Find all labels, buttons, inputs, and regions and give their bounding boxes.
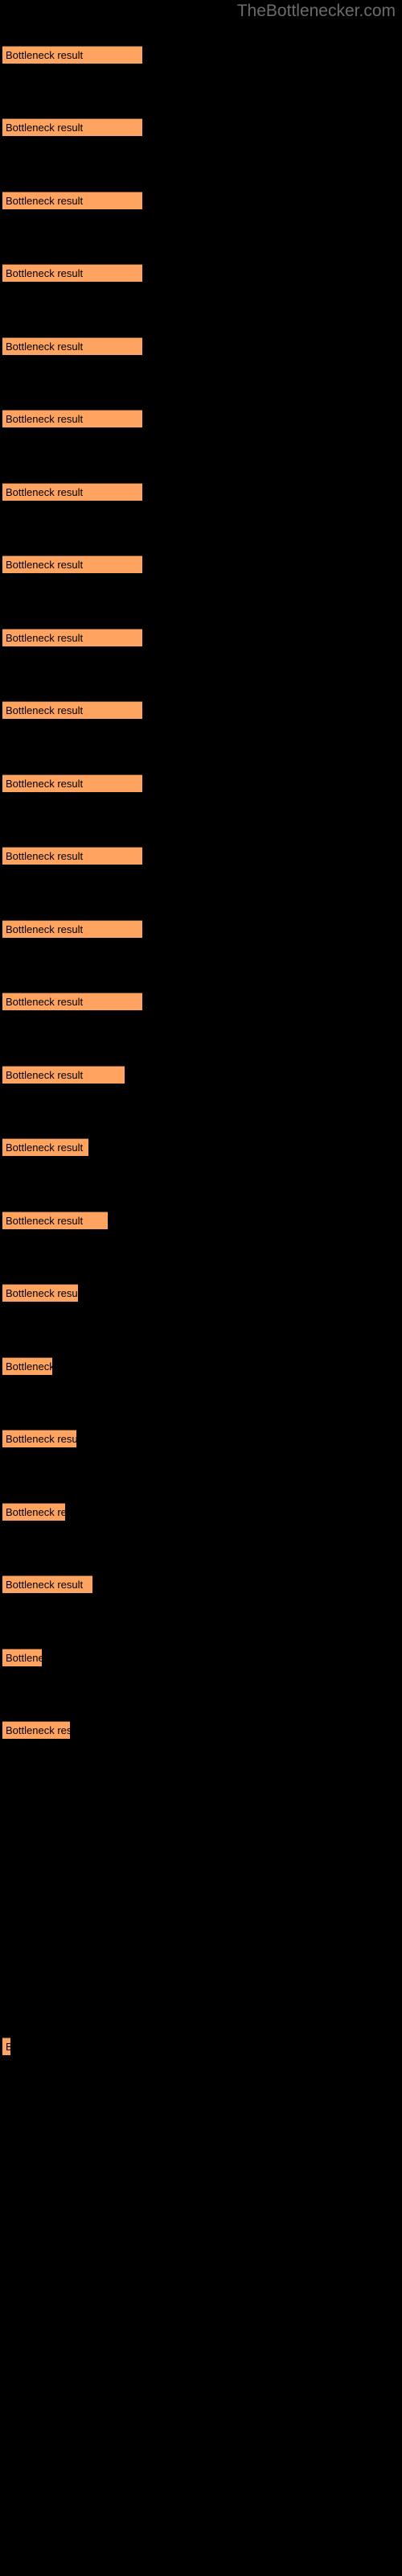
bar[interactable]: Bottleneck result xyxy=(2,701,142,719)
bar[interactable]: Bottleneck result xyxy=(2,410,142,427)
bar[interactable]: Bottleneck result xyxy=(2,774,142,792)
bar[interactable]: Bottleneck result xyxy=(2,555,142,573)
bar-label: Bottleneck result xyxy=(6,632,84,644)
bar[interactable]: Bottleneck result xyxy=(2,1212,108,1229)
site-title: TheBottlenecker.com xyxy=(236,2,396,20)
bar-chart-canvas: TheBottlenecker.com Bottleneck result Bot… xyxy=(0,0,402,2576)
bar[interactable]: Bottleneck result xyxy=(2,46,142,64)
bar[interactable]: Bottleneck result xyxy=(2,1649,42,1666)
bar[interactable]: Bottleneck result xyxy=(2,1284,78,1302)
bar-label: Bottleneck result xyxy=(6,1433,76,1445)
bar-label: Bottleneck result xyxy=(6,1724,70,1736)
bar-label: Bottleneck result xyxy=(6,413,84,425)
bar[interactable]: Bottleneck result xyxy=(2,1357,52,1375)
bar-label: Bottleneck result xyxy=(6,1506,65,1518)
bar[interactable]: Bottleneck result xyxy=(2,337,142,355)
bar[interactable]: Bottleneck result xyxy=(2,1430,76,1447)
bar[interactable]: Bottleneck result xyxy=(2,847,142,865)
bar-label: Bottleneck result xyxy=(6,1360,52,1373)
bar[interactable]: Bottleneck result xyxy=(2,2037,10,2055)
bar[interactable]: Bottleneck result xyxy=(2,264,142,282)
bar-label: Bottleneck result xyxy=(6,850,84,862)
bar-label: Bottleneck result xyxy=(6,1652,42,1664)
bar[interactable]: Bottleneck result xyxy=(2,192,142,209)
bar-label: Bottleneck result xyxy=(6,2039,10,2055)
bar-label: Bottleneck result xyxy=(6,195,84,207)
bar[interactable]: Bottleneck result xyxy=(2,1138,88,1156)
bar[interactable]: Bottleneck result xyxy=(2,1066,125,1084)
bar[interactable]: Bottleneck result xyxy=(2,629,142,646)
bar[interactable]: Bottleneck result xyxy=(2,993,142,1010)
bar-label: Bottleneck result xyxy=(6,49,84,61)
bar-label: Bottleneck result xyxy=(6,341,84,353)
bar-label: Bottleneck result xyxy=(6,486,84,498)
bar-label: Bottleneck result xyxy=(6,1579,84,1591)
bar[interactable]: Bottleneck result xyxy=(2,1575,92,1593)
bar-label: Bottleneck result xyxy=(6,778,84,790)
bar[interactable]: Bottleneck result xyxy=(2,1721,70,1739)
bar-label: Bottleneck result xyxy=(6,923,84,935)
bar[interactable]: Bottleneck result xyxy=(2,483,142,501)
bar-label: Bottleneck result xyxy=(6,122,84,134)
bar-label: Bottleneck result xyxy=(6,1215,84,1227)
bar[interactable]: Bottleneck result xyxy=(2,118,142,136)
bar-label: Bottleneck result xyxy=(6,996,84,1008)
bar-label: Bottleneck result xyxy=(6,1141,84,1154)
bar[interactable]: Bottleneck result xyxy=(2,920,142,938)
bar-label: Bottleneck result xyxy=(6,1069,84,1081)
bar-label: Bottleneck result xyxy=(6,559,84,571)
bar-label: Bottleneck result xyxy=(6,704,84,716)
bar-label: Bottleneck result xyxy=(6,267,84,279)
bar[interactable]: Bottleneck result xyxy=(2,1503,65,1521)
bar-label: Bottleneck result xyxy=(6,1287,78,1299)
